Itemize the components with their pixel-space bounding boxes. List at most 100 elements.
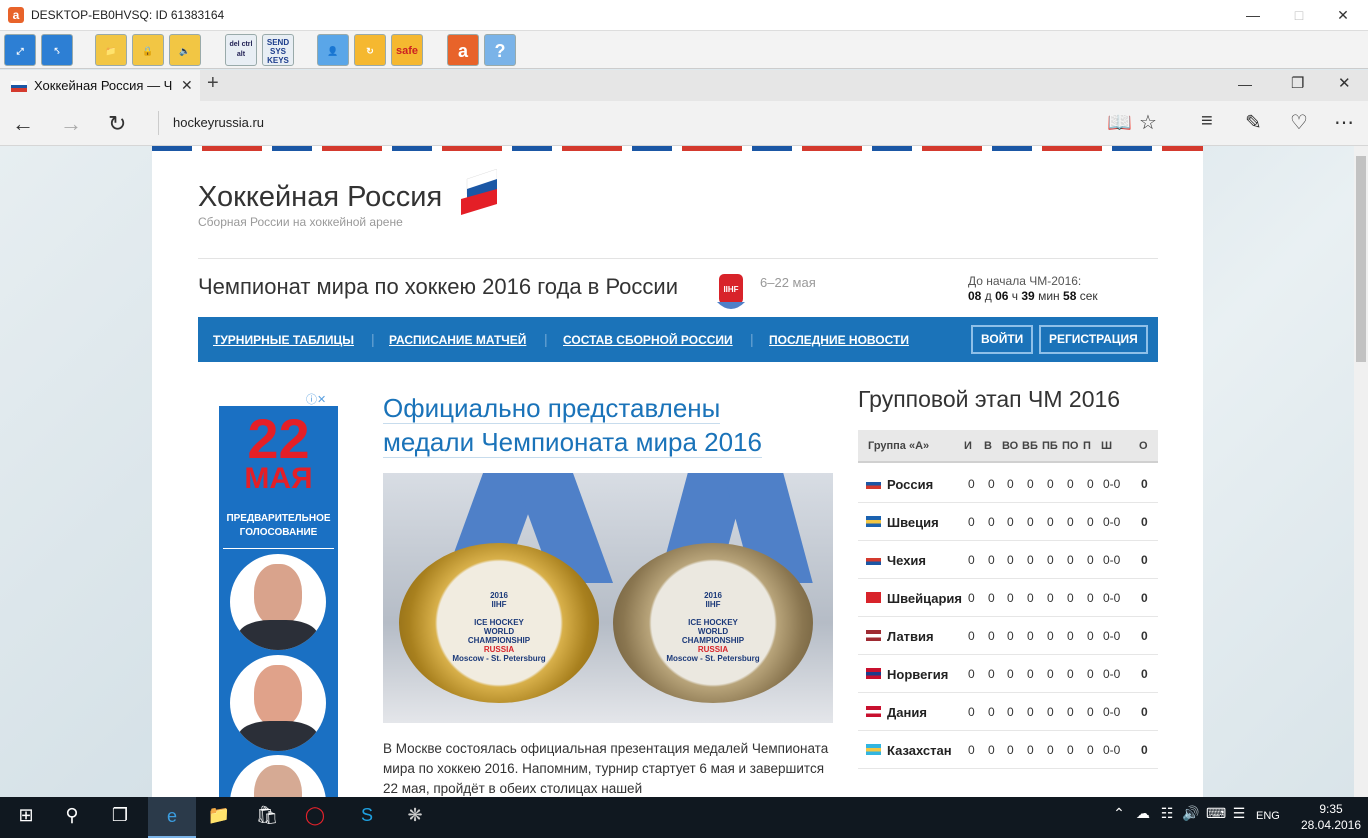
tray-chevron-icon[interactable]: ⌃	[1110, 805, 1128, 831]
language-indicator[interactable]: ENG	[1256, 810, 1280, 822]
country-name[interactable]: Россия	[887, 477, 933, 492]
site-logo-text[interactable]: Хоккейная Россия	[198, 181, 442, 214]
standings-cell: 0	[1141, 705, 1148, 719]
country-name[interactable]: Латвия	[887, 629, 934, 644]
country-name[interactable]: Норвегия	[887, 667, 948, 682]
tab-hockeyrussia[interactable]: Хоккейная Россия — Ч ✕	[0, 70, 200, 101]
standings-cell: 0-0	[1103, 515, 1121, 529]
country-flag-icon	[866, 478, 881, 489]
standings-cell: 0	[1047, 591, 1054, 605]
ammyy-icon[interactable]: a	[447, 34, 479, 66]
paint-icon[interactable]: ❋	[403, 805, 427, 831]
standings-row: Швейцария 0 0 0 0 0 0 0 0-0 0	[858, 579, 1158, 617]
refresh-icon[interactable]: ↻	[108, 111, 126, 137]
nav-roster[interactable]: СОСТАВ СБОРНОЙ РОССИИ	[563, 333, 733, 347]
nav-news[interactable]: ПОСЛЕДНИЕ НОВОСТИ	[769, 333, 909, 347]
store-icon[interactable]: 🛍	[255, 805, 279, 831]
vote-ad-banner[interactable]: ⓘ✕ 22 МАЯ ПРЕДВАРИТЕЛЬНОЕ ГОЛОСОВАНИЕ	[219, 390, 338, 797]
hub-icon[interactable]: ≡	[1201, 110, 1213, 133]
country-name[interactable]: Швейцария	[887, 591, 962, 606]
close-button[interactable]: ✕	[1320, 0, 1366, 31]
onedrive-icon[interactable]: ☁	[1134, 805, 1152, 831]
bronze-medal: 2016 IIHF ICE HOCKEY WORLD CHAMPIONSHIP RUSSI…	[613, 543, 813, 703]
col-so-wins: ВБ	[1022, 440, 1038, 452]
send-sys-keys-button[interactable]: SEND SYS KEYS	[262, 34, 294, 66]
championship-title: Чемпионат мира по хоккею 2016 года в Рос…	[198, 274, 678, 299]
browser-close-icon[interactable]: ✕	[1338, 74, 1351, 92]
action-center-icon[interactable]: ☰	[1230, 805, 1248, 831]
maximize-button[interactable]: □	[1276, 0, 1322, 31]
country-name[interactable]: Дания	[887, 705, 927, 720]
col-group[interactable]: Группа «А»	[868, 440, 929, 452]
russia-flag-icon	[11, 81, 27, 92]
favorite-star-icon[interactable]: ☆	[1139, 110, 1157, 135]
iihf-label: IIHF	[723, 285, 738, 294]
task-view-icon[interactable]: ❐	[108, 805, 132, 831]
safe-mode-button[interactable]: safe	[391, 34, 423, 66]
standings-cell: 0	[1141, 667, 1148, 681]
browser-restore-icon[interactable]: ❐	[1291, 74, 1304, 92]
web-note-icon[interactable]: ✎	[1245, 110, 1262, 135]
ad-divider	[223, 548, 334, 549]
standings-cell: 0	[1141, 553, 1148, 567]
opera-icon[interactable]: ◯	[303, 805, 327, 831]
standings-cell: 0	[1067, 629, 1074, 643]
fullscreen-icon[interactable]: ⤢	[4, 34, 36, 66]
standings-cell: 0	[988, 515, 995, 529]
tab-close-icon[interactable]: ✕	[181, 77, 193, 94]
country-flag-icon	[866, 516, 881, 527]
standings-cell: 0	[968, 667, 975, 681]
help-button[interactable]: ?	[484, 34, 516, 66]
new-tab-icon[interactable]: +	[207, 72, 219, 95]
keyboard-icon[interactable]: ⌨	[1206, 805, 1226, 831]
standings-cell: 0	[1067, 515, 1074, 529]
standings-cell: 0	[1007, 629, 1014, 643]
country-flag-icon	[866, 706, 881, 717]
country-flag-icon	[866, 744, 881, 755]
article-title-link[interactable]: Официально представлены медали Чемпионат…	[383, 391, 813, 459]
lock-icon[interactable]: 🔒	[132, 34, 164, 66]
share-icon[interactable]: ♡	[1290, 110, 1308, 135]
network-icon[interactable]: ☷	[1158, 805, 1176, 831]
browser-minimize-icon[interactable]: —	[1238, 76, 1252, 92]
scale-icon[interactable]: ⤣	[41, 34, 73, 66]
register-button[interactable]: РЕГИСТРАЦИЯ	[1039, 325, 1148, 354]
more-icon[interactable]: ⋯	[1334, 110, 1354, 135]
back-icon[interactable]: ←	[12, 111, 34, 137]
country-flag-icon	[866, 592, 881, 603]
minimize-button[interactable]: —	[1230, 0, 1276, 31]
col-wins: В	[984, 440, 992, 452]
login-button[interactable]: ВОЙТИ	[971, 325, 1034, 354]
medals-photo[interactable]: 2016 IIHF ICE HOCKEY WORLD CHAMPIONSHIP RUSSI…	[383, 473, 833, 723]
file-explorer-icon[interactable]: 📁	[207, 805, 231, 831]
standings-cell: 0	[1141, 515, 1148, 529]
nav-schedule[interactable]: РАСПИСАНИЕ МАТЧЕЙ	[389, 333, 526, 347]
system-clock[interactable]: 9:35 28.04.2016	[1296, 801, 1366, 833]
scrollbar-thumb[interactable]	[1356, 156, 1366, 362]
country-name[interactable]: Швеция	[887, 515, 939, 530]
country-name[interactable]: Казахстан	[887, 743, 952, 758]
user-icon[interactable]: 👤	[317, 34, 349, 66]
edge-taskbar-icon[interactable]: e	[148, 797, 196, 838]
start-windows-icon[interactable]: ⊞	[14, 805, 38, 831]
address-input[interactable]: hockeyrussia.ru	[158, 111, 264, 135]
reading-view-icon[interactable]: 📖	[1107, 110, 1132, 135]
player-photo	[230, 655, 326, 751]
search-icon[interactable]: ⚲	[60, 805, 84, 831]
ad-info-close-icon[interactable]: ⓘ✕	[306, 391, 326, 407]
skype-icon[interactable]: S	[355, 805, 379, 831]
standings-cell: 0	[1047, 667, 1054, 681]
ctrl-alt-del-button[interactable]: del ctrl alt	[225, 34, 257, 66]
volume-icon[interactable]: 🔊	[1182, 805, 1200, 831]
remote-toolbar: ⤢ ⤣ 📁 🔒 🔈 del ctrl alt SEND SYS KEYS 👤 ↻…	[0, 31, 1368, 69]
standings-cell: 0	[1047, 629, 1054, 643]
nav-standings[interactable]: ТУРНИРНЫЕ ТАБЛИЦЫ	[213, 333, 354, 347]
countdown: 08 д 06 ч 39 мин 58 сек	[968, 289, 1098, 303]
header-stripe	[152, 146, 1203, 151]
restart-icon[interactable]: ↻	[354, 34, 386, 66]
country-name[interactable]: Чехия	[887, 553, 926, 568]
folder-transfer-icon[interactable]: 📁	[95, 34, 127, 66]
lock-sound-icon[interactable]: 🔈	[169, 34, 201, 66]
forward-icon[interactable]: →	[60, 111, 82, 137]
standings-cell: 0	[988, 743, 995, 757]
